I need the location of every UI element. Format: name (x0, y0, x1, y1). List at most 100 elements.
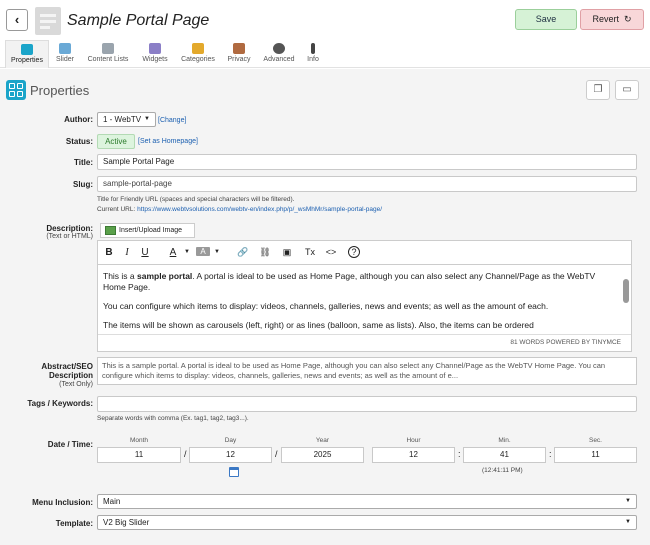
gear-icon (273, 43, 285, 54)
tab-label: Privacy (227, 56, 251, 63)
page-document-icon (35, 7, 61, 35)
tab-label: Advanced (263, 56, 295, 63)
tab-categories[interactable]: Categories (178, 40, 218, 68)
slug-label: Slug: (73, 180, 93, 189)
template-label: Template: (55, 519, 93, 528)
menu-inclusion-value: Main (103, 497, 121, 506)
clear-format-icon[interactable]: Tx (303, 247, 317, 257)
tab-bar: Properties Slider Content Lists Widgets … (0, 40, 650, 68)
source-code-icon[interactable]: <> (324, 247, 338, 257)
abstract-label-text2: Description (48, 371, 93, 380)
current-url-row: Current URL: https://www.webtvsolutions.… (97, 206, 382, 213)
folder-icon (192, 43, 204, 54)
sec-label: Sec. (588, 437, 602, 444)
preview-monitor-icon[interactable]: ▭ (615, 80, 639, 100)
month-input[interactable]: 11 (97, 447, 181, 463)
tab-label: Slider (56, 56, 74, 63)
title-input[interactable]: Sample Portal Page (97, 154, 637, 170)
chevron-down-icon: ▼ (625, 519, 631, 525)
datetime-label: Date / Time: (47, 440, 93, 449)
date-separator: / (184, 449, 187, 459)
tab-content-lists[interactable]: Content Lists (85, 40, 131, 68)
image-icon (105, 226, 116, 235)
tab-label: Properties (11, 57, 43, 64)
menu-inclusion-label: Menu Inclusion: (32, 498, 93, 507)
day-label: Day (224, 437, 237, 444)
info-icon (311, 43, 315, 54)
min-input[interactable]: 41 (463, 447, 546, 463)
tab-widgets[interactable]: Widgets (140, 40, 170, 68)
chevron-down-icon[interactable]: ▼ (180, 249, 194, 255)
time-separator: : (549, 449, 552, 459)
tab-privacy[interactable]: Privacy (225, 40, 253, 68)
hour-input[interactable]: 12 (372, 447, 455, 463)
description-label: Description: (Text or HTML) (46, 224, 93, 240)
underline-button[interactable]: U (138, 247, 152, 258)
revert-label: Revert (592, 14, 619, 24)
back-button[interactable]: ‹ (6, 9, 28, 31)
current-url-link[interactable]: https://www.webtvsolutions.com/webtv-en/… (137, 206, 382, 213)
upload-label: Insert/Upload Image (119, 227, 183, 234)
min-label: Min. (498, 437, 511, 444)
description-sublabel: (Text or HTML) (46, 233, 93, 240)
description-editor[interactable]: B I U A ▼ A ▼ 🔗 ⛓ ▣ Tx <> ? This is a sa… (97, 240, 632, 352)
save-button[interactable]: Save (515, 9, 577, 30)
unlink-icon[interactable]: ⛓ (258, 247, 272, 258)
status-label: Status: (65, 137, 93, 146)
tags-label: Tags / Keywords: (27, 399, 93, 408)
grid-icon (21, 44, 33, 55)
menu-inclusion-select[interactable]: Main ▼ (97, 494, 637, 509)
time-preview: (12:41:11 PM) (482, 467, 523, 474)
abstract-label-text: Abstract/SEO (41, 362, 93, 371)
link-icon[interactable]: 🔗 (236, 247, 250, 258)
abstract-textarea[interactable]: This is a sample portal. A portal is ide… (97, 357, 637, 385)
day-input[interactable]: 12 (189, 447, 272, 463)
set-homepage-link[interactable]: [Set as Homepage] (138, 138, 198, 145)
author-label: Author: (64, 115, 93, 124)
section-title: Properties (30, 83, 90, 98)
chevron-down-icon: ▼ (144, 116, 150, 122)
template-value: V2 Big Slider (103, 518, 150, 527)
p1-pre: This is a (103, 271, 138, 281)
revert-button[interactable]: Revert ↻ (580, 9, 644, 30)
copy-icon[interactable]: ❐ (586, 80, 610, 100)
hour-label: Hour (406, 437, 421, 444)
slug-input[interactable]: sample-portal-page (97, 176, 637, 192)
editor-paragraph: The items will be shown as carousels (le… (103, 320, 534, 330)
tab-label: Info (307, 56, 319, 63)
editor-scrollbar[interactable] (623, 267, 629, 333)
tags-input[interactable] (97, 396, 637, 412)
slider-icon (59, 43, 71, 54)
tab-advanced[interactable]: Advanced (261, 40, 297, 68)
italic-button[interactable]: I (120, 247, 134, 258)
editor-content[interactable]: This is a sample portal. A portal is ide… (103, 271, 618, 331)
date-separator: / (275, 449, 278, 459)
tags-help: Separate words with comma (Ex. tag1, tag… (97, 415, 249, 422)
editor-paragraph: This is a sample portal. A portal is ide… (103, 271, 618, 293)
chevron-down-icon[interactable]: ▼ (210, 249, 224, 255)
sec-input[interactable]: 11 (554, 447, 637, 463)
tab-properties[interactable]: Properties (5, 40, 49, 68)
month-label: Month (129, 437, 149, 444)
author-change-link[interactable]: [Change] (158, 117, 186, 124)
chevron-down-icon: ▼ (625, 498, 631, 504)
tab-slider[interactable]: Slider (52, 40, 78, 68)
tab-info[interactable]: Info (303, 40, 323, 68)
author-value: 1 - WebTV (103, 115, 142, 124)
users-icon (233, 43, 245, 54)
p1-bold: sample portal (137, 271, 193, 281)
template-select[interactable]: V2 Big Slider ▼ (97, 515, 637, 530)
calendar-icon[interactable] (229, 467, 239, 477)
image-insert-icon[interactable]: ▣ (280, 247, 294, 258)
title-label: Title: (74, 158, 93, 167)
year-input[interactable]: 2025 (281, 447, 364, 463)
author-select[interactable]: 1 - WebTV ▼ (97, 112, 156, 127)
text-color-button[interactable]: A (166, 247, 180, 258)
bold-button[interactable]: B (102, 247, 116, 258)
scrollbar-thumb[interactable] (623, 279, 629, 303)
current-url-label: Current URL: (97, 206, 136, 213)
insert-upload-image-button[interactable]: Insert/Upload Image (100, 223, 195, 238)
properties-icon (6, 80, 26, 100)
help-icon[interactable]: ? (348, 246, 360, 258)
bg-color-button[interactable]: A (196, 247, 210, 256)
